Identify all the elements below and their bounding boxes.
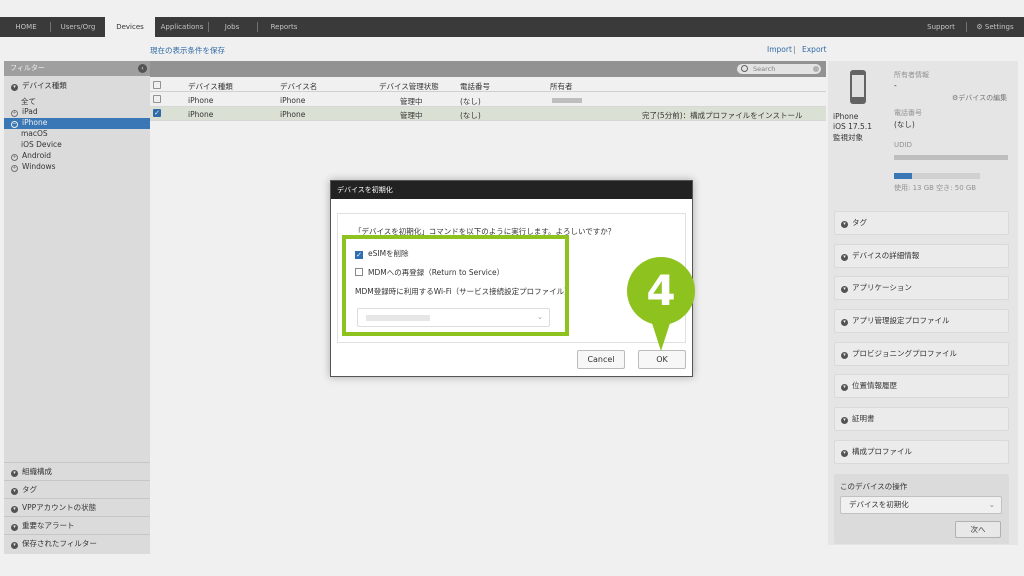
dialog-title: デバイスを初期化 [331, 181, 692, 199]
cancel-button[interactable]: Cancel [577, 350, 625, 369]
step-number: 4 [627, 257, 695, 325]
step-badge: 4 [627, 257, 695, 357]
highlight-box [342, 235, 569, 336]
